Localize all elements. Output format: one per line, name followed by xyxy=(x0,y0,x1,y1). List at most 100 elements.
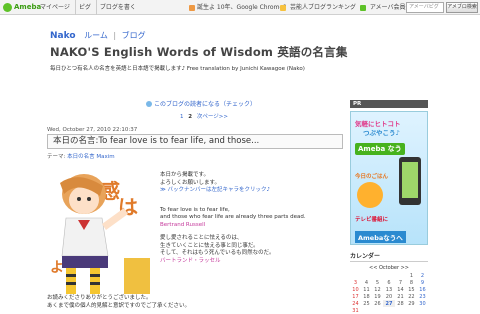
calendar-day[interactable]: 12 xyxy=(372,286,383,293)
calendar-week: 3456789 xyxy=(350,279,428,286)
topbar-nav: マイページ ピグ ブログを書く xyxy=(37,0,139,15)
calendar-day[interactable]: 11 xyxy=(361,286,372,293)
calendar-day[interactable]: 9 xyxy=(417,279,428,286)
quote-author-ja: バートランド・ラッセル xyxy=(160,257,221,264)
calendar-day[interactable]: 21 xyxy=(395,293,406,300)
character-eye-left xyxy=(77,197,81,201)
calendar-week: 10 11 12 13 14 15 16 xyxy=(350,286,428,293)
calendar-day[interactable]: 28 xyxy=(395,300,406,307)
topbar-search-button[interactable]: アメブロ検索 xyxy=(446,2,478,13)
calendar-day[interactable]: 2 xyxy=(417,272,428,279)
calendar-day[interactable]: 19 xyxy=(372,293,383,300)
ranking-icon xyxy=(280,4,286,11)
topbar-search-input[interactable]: アメーバピグ xyxy=(406,2,444,13)
character-leg-right xyxy=(90,268,100,294)
topbar-nav-pigg[interactable]: ピグ xyxy=(74,0,94,15)
sidebar: PR 気軽にヒトコト つぶやこう♪ Ameba なう 今日のごはん テレビ番組に… xyxy=(350,100,428,314)
stripe-3 xyxy=(90,274,100,277)
calendar-day[interactable]: 25 xyxy=(361,300,372,307)
post-theme: テーマ: 本日の名言 Maxim xyxy=(47,152,115,160)
blog-header: Nako ルーム | ブログ NAKO'S English Words of W… xyxy=(50,30,430,72)
post-footer: お読みくださりありがとうございました。 あくまで僕の個人的見解と意訳ですのでご了… xyxy=(47,295,190,310)
topbar-nav-write-blog[interactable]: ブログを書く xyxy=(95,0,139,15)
ameba-logo-icon xyxy=(3,3,12,12)
blog-link[interactable]: ブログ xyxy=(122,31,146,40)
character-leg-left xyxy=(66,268,76,294)
phone-icon xyxy=(399,157,421,205)
quote-author-en: Bertrand Russell xyxy=(160,221,206,228)
calendar-day[interactable]: 13 xyxy=(383,286,395,293)
calendar-day[interactable]: 7 xyxy=(395,279,406,286)
calendar-day[interactable]: 10 xyxy=(350,286,361,293)
blog-title[interactable]: NAKO'S English Words of Wisdom 英語の名言集 xyxy=(50,44,430,60)
calendar-day[interactable]: 27 xyxy=(382,300,395,307)
calendar-day xyxy=(361,272,372,279)
topbar-promo[interactable]: 誕生よ 10年、Google Chrome? xyxy=(189,0,286,15)
pager-prev[interactable]: 1 xyxy=(180,114,184,120)
ameba-now-banner[interactable]: 気軽にヒトコト つぶやこう♪ Ameba なう 今日のごはん テレビ番組に Am… xyxy=(350,111,428,245)
banner-line-4: 今日のごはん xyxy=(355,174,389,180)
calendar-day[interactable]: 8 xyxy=(406,279,417,286)
become-reader-label: このブログの読者になる（チェック） xyxy=(154,101,257,108)
quote-ja-line-3: そして、それはもう死んでいるも同然なのだ。 xyxy=(160,250,275,256)
character-illustration[interactable]: 感 は よ xyxy=(48,168,150,294)
banner-cta: Amebaなうへ xyxy=(355,231,406,243)
post-body: 本日から掲載です。 よろしくお願いします。 ≫ バックナンバーは左記キャラをクリ… xyxy=(160,172,306,265)
calendar-day[interactable]: 30 xyxy=(417,300,428,307)
post-title[interactable]: 本日の名言:To fear love is to fear life, and … xyxy=(47,134,343,149)
calendar-day[interactable]: 24 xyxy=(350,300,361,307)
stripe-2 xyxy=(66,282,76,285)
banner-line-2: つぶやこう♪ xyxy=(363,129,400,137)
calendar-day xyxy=(383,272,395,279)
nav-divider: | xyxy=(113,31,117,40)
calendar-day[interactable]: 15 xyxy=(406,286,417,293)
calendar-day[interactable]: 20 xyxy=(383,293,395,300)
topbar-right: 芸能人ブログランキング アメーバ会員登録 xyxy=(280,0,417,15)
pager: 1 2 次ページ>> xyxy=(180,112,228,120)
calendar-day xyxy=(372,272,383,279)
calendar-day[interactable]: 3 xyxy=(350,279,361,286)
calendar-nav[interactable]: << October >> xyxy=(350,265,428,271)
calendar-title: カレンダー xyxy=(350,251,428,262)
calendar-day[interactable]: 29 xyxy=(406,300,417,307)
calendar-week: 24 25 26 27 28 29 30 xyxy=(350,300,428,307)
topbar-ranking-link[interactable]: 芸能人ブログランキング xyxy=(290,0,356,15)
calendar-day[interactable]: 22 xyxy=(406,293,417,300)
ameba-logo[interactable]: Ameba xyxy=(3,2,41,13)
stripe-1 xyxy=(66,274,76,277)
calendar-day xyxy=(395,272,406,279)
pr-label: PR xyxy=(350,100,428,108)
calendar-day[interactable]: 16 xyxy=(417,286,428,293)
banner-kana: よ xyxy=(50,260,64,276)
calendar-day[interactable]: 26 xyxy=(372,300,383,307)
ameba-topbar: Ameba マイページ ピグ ブログを書く 誕生よ 10年、Google Chr… xyxy=(0,0,480,15)
backnumber-link[interactable]: ≫ バックナンバーは左記キャラをクリック♪ xyxy=(160,187,306,195)
footer-line-1: お読みくださりありがとうございました。 xyxy=(47,295,152,301)
calendar-day[interactable]: 18 xyxy=(361,293,372,300)
calendar-day[interactable]: 23 xyxy=(417,293,428,300)
room-link[interactable]: ルーム xyxy=(84,31,108,40)
topbar-nav-mypage[interactable]: マイページ xyxy=(37,0,73,15)
author-name[interactable]: Nako xyxy=(50,31,76,41)
become-reader-link[interactable]: このブログの読者になる（チェック） xyxy=(146,99,256,108)
calendar-day[interactable]: 14 xyxy=(395,286,406,293)
theme-link[interactable]: 本日の名言 Maxim xyxy=(67,154,115,160)
calendar-day[interactable]: 4 xyxy=(361,279,372,286)
calendar-day[interactable]: 5 xyxy=(372,279,383,286)
register-icon xyxy=(359,4,366,11)
calendar-day[interactable]: 6 xyxy=(383,279,395,286)
intro-line-2: よろしくお願いします。 xyxy=(160,179,220,186)
calendar-day[interactable]: 17 xyxy=(350,293,361,300)
footer-line-2: あくまで僕の個人的見解と意訳ですのでご了承ください。 xyxy=(47,302,191,309)
post-date: Wed, October 27, 2010 22:10:37 xyxy=(47,127,138,133)
banner-badge-icon xyxy=(357,182,383,208)
stripe-4 xyxy=(90,282,100,285)
reader-icon xyxy=(146,100,152,107)
blog-description: 毎日ひとつ有名人の名言を英語と日本語で掲載します♪ Free translati… xyxy=(50,66,305,72)
calendar-day[interactable]: 1 xyxy=(406,272,417,279)
quote-ja-line-1: 愛し愛されることに怯えるのは、 xyxy=(160,235,243,241)
pager-next[interactable]: 次ページ>> xyxy=(197,114,228,120)
calendar-week: 12 xyxy=(350,272,428,279)
banner-brand: Ameba なう xyxy=(355,143,405,155)
character-skirt xyxy=(62,256,108,268)
